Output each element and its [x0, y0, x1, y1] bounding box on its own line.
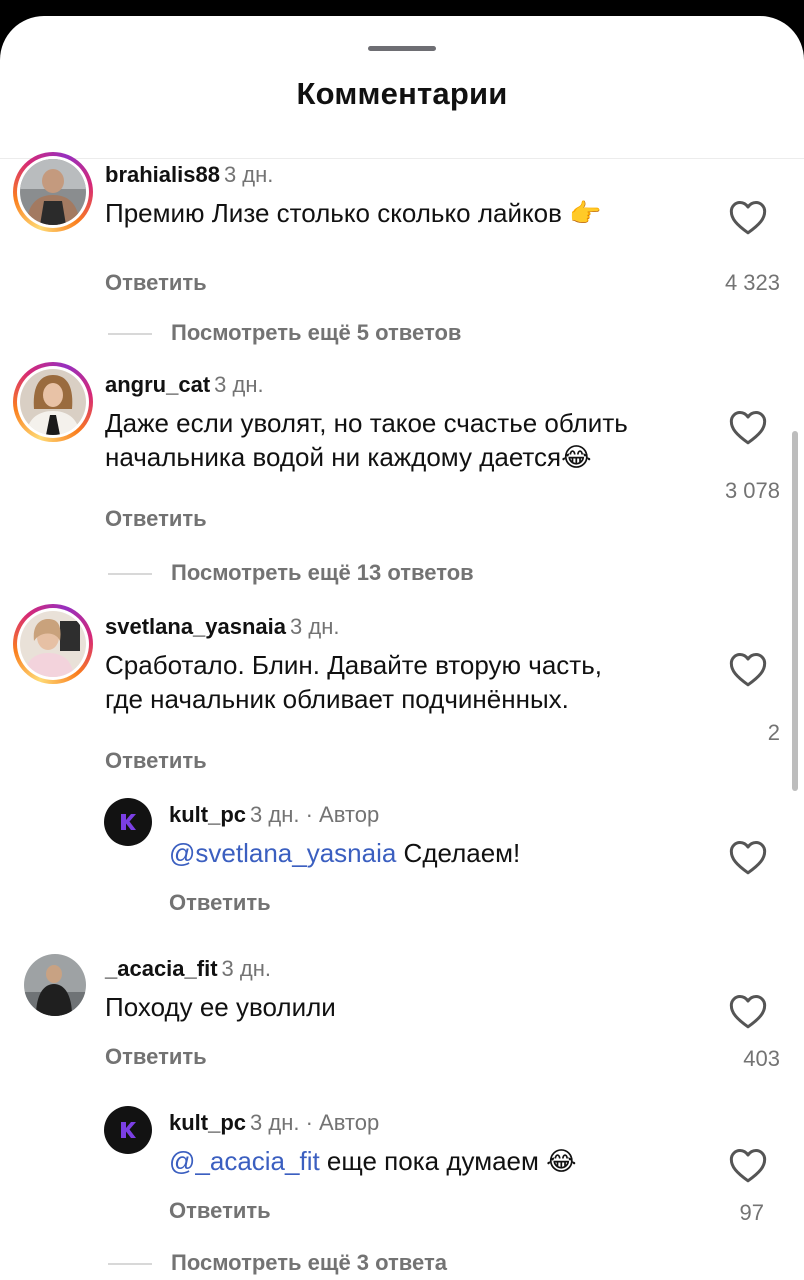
avatar[interactable] — [13, 604, 93, 684]
like-count: 97 — [739, 1200, 764, 1225]
avatar[interactable] — [104, 1106, 152, 1154]
comment-text-line: начальника водой ни каждому дается😂 — [105, 442, 592, 472]
heart-outline-icon[interactable] — [728, 838, 768, 876]
drag-handle[interactable] — [368, 46, 436, 51]
username[interactable]: svetlana_yasnaia — [105, 614, 286, 639]
comment-header: brahialis88 3 дн. — [105, 162, 273, 188]
scrollbar[interactable] — [792, 431, 798, 791]
like-count: 3 078 — [724, 478, 780, 503]
reply-button[interactable]: Ответить — [169, 1198, 271, 1224]
heart-outline-icon[interactable] — [728, 992, 768, 1030]
like-count: 2 — [767, 720, 780, 745]
comment-text-body: Сделаем! — [396, 838, 521, 868]
username[interactable]: kult_pc — [169, 802, 246, 827]
replies-line — [108, 333, 152, 335]
like-count: 4 323 — [724, 270, 780, 295]
comment-text-body: еще пока думаем 😂 — [319, 1146, 577, 1176]
username[interactable]: _acacia_fit — [105, 956, 218, 981]
comment-text: Даже если уволят, но такое счастье облит… — [105, 406, 705, 474]
replies-line — [108, 1263, 152, 1265]
comment-text-line: где начальник обливает подчинённых. — [105, 684, 569, 714]
comment-text: Премию Лизе столько сколько лайков 👉 — [105, 198, 602, 228]
comment-text: Походу ее уволили — [105, 992, 336, 1022]
heart-outline-icon[interactable] — [728, 198, 768, 236]
comment-text: Сработало. Блин. Давайте вторую часть, г… — [105, 648, 705, 716]
replies-line — [108, 573, 152, 575]
comment-header: kult_pc 3 дн. · Автор — [169, 1110, 379, 1136]
comment-header: kult_pc 3 дн. · Автор — [169, 802, 379, 828]
heart-outline-icon[interactable] — [728, 1146, 768, 1184]
reply-button[interactable]: Ответить — [105, 506, 207, 532]
mention-link[interactable]: @svetlana_yasnaia — [169, 838, 396, 868]
reply-button[interactable]: Ответить — [105, 1044, 207, 1070]
header-divider — [0, 158, 804, 159]
timestamp: 3 дн. — [223, 162, 274, 187]
avatar[interactable] — [13, 362, 93, 442]
timestamp: 3 дн. — [290, 614, 340, 639]
mention-link[interactable]: @_acacia_fit — [169, 1146, 320, 1176]
timestamp: 3 дн. · Автор — [250, 802, 380, 827]
comment-text-line: Даже если уволят, но такое счастье облит… — [105, 408, 628, 438]
comment-text: @_acacia_fit еще пока думаем 😂 — [169, 1144, 769, 1178]
comment-text-line: Сработало. Блин. Давайте вторую часть, — [105, 650, 602, 680]
view-more-replies-label: Посмотреть ещё 5 ответов — [171, 320, 462, 345]
username[interactable]: kult_pc — [169, 1110, 246, 1135]
k-logo-icon — [121, 1122, 136, 1138]
view-more-replies-label: Посмотреть ещё 3 ответа — [171, 1250, 447, 1275]
heart-outline-icon[interactable] — [728, 650, 768, 688]
timestamp: 3 дн. — [214, 372, 264, 397]
timestamp: 3 дн. · Автор — [250, 1110, 380, 1135]
like-count: 403 — [743, 1046, 780, 1071]
reply-button[interactable]: Ответить — [105, 748, 207, 774]
sheet-title: Комментарии — [296, 76, 508, 111]
reply-button[interactable]: Ответить — [105, 270, 207, 296]
avatar[interactable] — [104, 798, 152, 846]
username[interactable]: angru_cat — [105, 372, 210, 397]
heart-outline-icon[interactable] — [728, 408, 768, 446]
comment-header: svetlana_yasnaia 3 дн. — [105, 614, 339, 640]
avatar[interactable] — [24, 954, 86, 1016]
k-logo-icon — [121, 814, 136, 830]
comment-header: _acacia_fit 3 дн. — [105, 956, 271, 982]
timestamp: 3 дн. — [221, 956, 271, 981]
username[interactable]: brahialis88 — [105, 162, 220, 187]
reply-button[interactable]: Ответить — [169, 890, 271, 916]
comment-header: angru_cat 3 дн. — [105, 372, 264, 398]
view-more-replies-label: Посмотреть ещё 13 ответов — [171, 560, 474, 585]
avatar[interactable] — [13, 152, 93, 232]
comment-text: @svetlana_yasnaia Сделаем! — [169, 836, 769, 870]
comments-sheet: Комментарии brahialis88 3 дн. Премию Лизе… — [0, 16, 804, 1280]
